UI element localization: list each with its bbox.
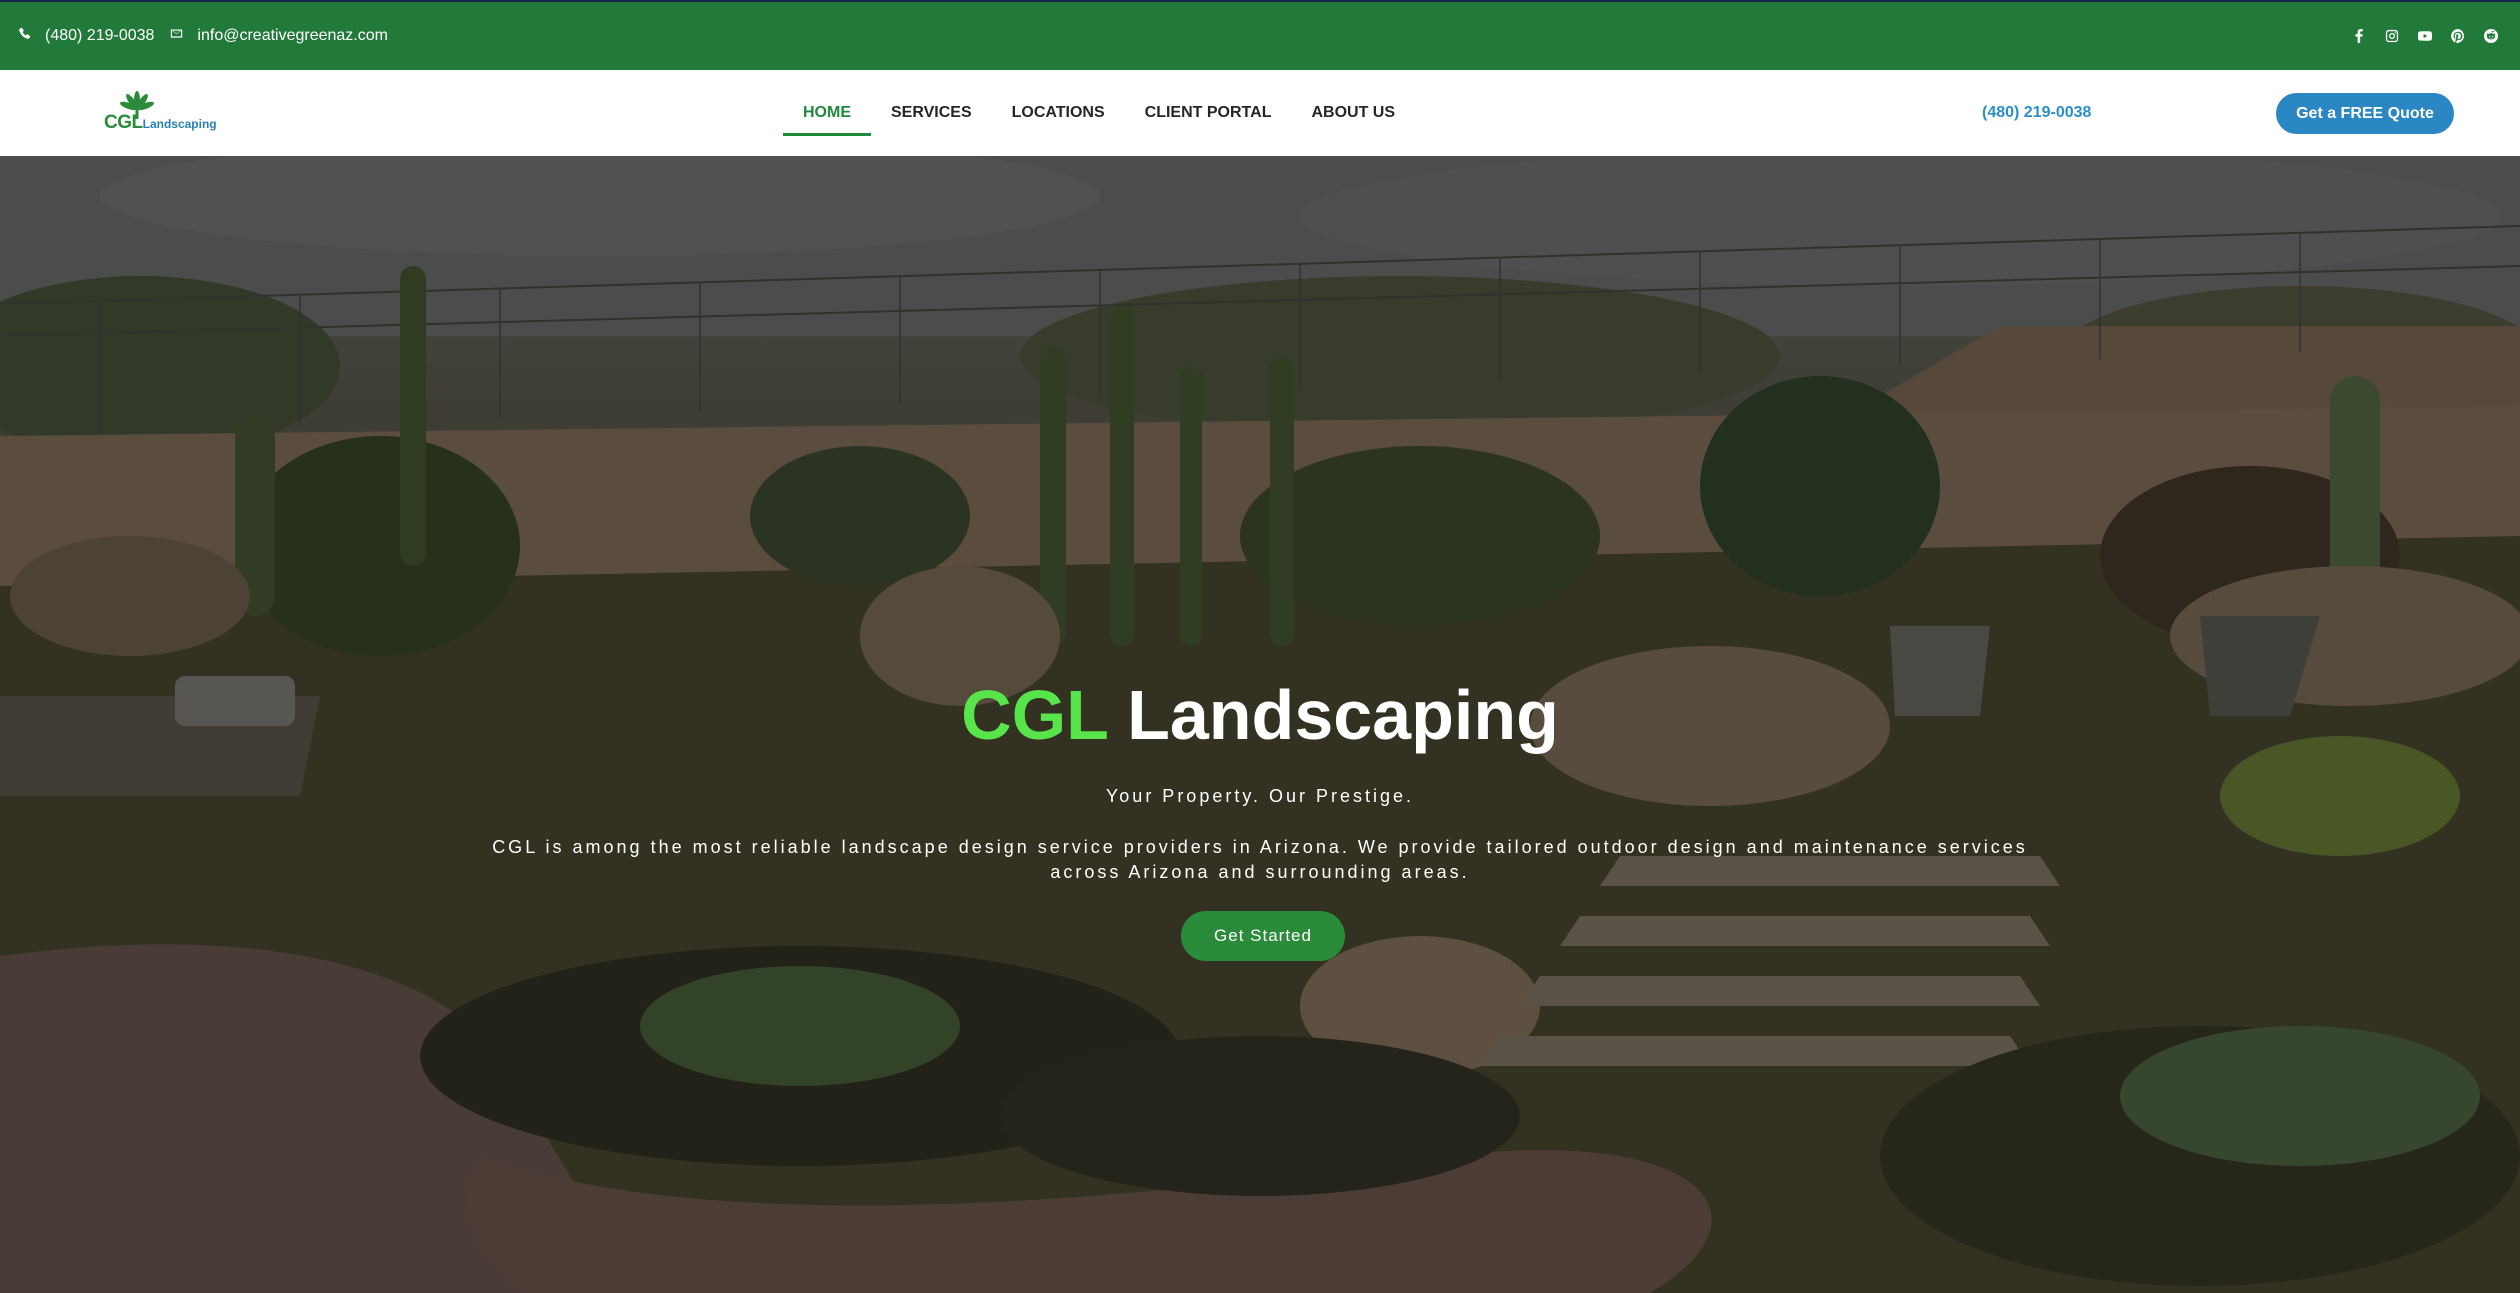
get-started-button[interactable]: Get Started [1181,911,1345,961]
site-logo[interactable]: CGLLandscaping [104,90,218,136]
nav-about-us[interactable]: ABOUT US [1291,70,1415,156]
social-links [2352,29,2498,43]
free-quote-button[interactable]: Get a FREE Quote [2276,93,2454,134]
nav-services[interactable]: SERVICES [871,70,992,156]
logo-wordmark: CGLLandscaping [104,112,217,134]
youtube-icon[interactable] [2418,29,2432,43]
logo-text: Landscaping [142,117,217,131]
main-nav: HOME SERVICES LOCATIONS CLIENT PORTAL AB… [783,70,1415,156]
hero-content: CGL Landscaping Your Property. Our Prest… [0,156,2520,1293]
top-contact-bar: (480) 219-0038 info@creativegreenaz.com [0,0,2520,70]
logo-cgl: CGL [104,112,143,133]
hero-title: CGL Landscaping [0,680,2520,750]
envelope-icon [170,27,183,45]
phone-icon [18,27,31,45]
facebook-icon[interactable] [2352,29,2366,43]
nav-client-portal[interactable]: CLIENT PORTAL [1125,70,1292,156]
contact-info: (480) 219-0038 info@creativegreenaz.com [18,27,404,45]
instagram-icon[interactable] [2385,29,2399,43]
topbar-email-text: info@creativegreenaz.com [197,27,388,44]
hero-tagline: Your Property. Our Prestige. [1105,786,1415,806]
topbar-email-link[interactable]: info@creativegreenaz.com [170,27,388,45]
pinterest-icon[interactable] [2451,29,2465,43]
topbar-phone-text: (480) 219-0038 [45,27,155,44]
header-phone-link[interactable]: (480) 219-0038 [1982,70,2091,156]
hero-description: CGL is among the most reliable landscape… [492,837,2028,882]
hero-section: CGL Landscaping Your Property. Our Prest… [0,156,2520,1293]
topbar-phone-link[interactable]: (480) 219-0038 [18,27,154,45]
reddit-icon[interactable] [2484,29,2498,43]
nav-home[interactable]: HOME [783,70,871,156]
site-header: CGLLandscaping HOME SERVICES LOCATIONS C… [0,70,2520,156]
nav-locations[interactable]: LOCATIONS [992,70,1125,156]
hero-title-accent: CGL [961,676,1108,754]
hero-title-rest: Landscaping [1127,676,1559,754]
